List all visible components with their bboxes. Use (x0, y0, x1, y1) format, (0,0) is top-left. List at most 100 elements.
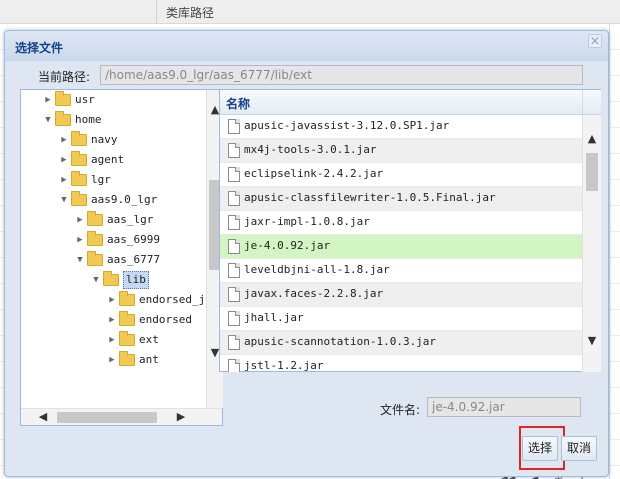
file-name: apusic-classfilewriter-1.0.5.Final.jar (244, 191, 496, 204)
expand-icon[interactable]: ▶ (107, 350, 117, 370)
file-name: apusic-javassist-3.12.0.SP1.jar (244, 119, 450, 132)
dialog-title: 选择文件 (15, 41, 64, 55)
expand-icon[interactable]: ▶ (59, 150, 69, 170)
file-chooser-dialog: 选择文件 × 当前路径: /home/aas9.0_lgr/aas_6777/l… (4, 30, 609, 477)
expand-icon[interactable]: ▶ (75, 230, 85, 250)
folder-icon (55, 91, 71, 106)
tree-item-label: navy (91, 133, 118, 146)
file-icon (228, 311, 240, 326)
expand-icon[interactable]: ▶ (107, 310, 117, 330)
file-row[interactable]: apusic-scannotation-1.0.3.jar (220, 331, 582, 355)
file-row[interactable]: jhall.jar (220, 307, 582, 331)
tree-scroll-right-icon[interactable]: ▶ (173, 409, 189, 425)
file-scroll-up-icon[interactable]: ▲ (584, 131, 600, 147)
file-scroll-down-icon[interactable]: ▼ (584, 333, 600, 349)
expand-icon[interactable]: ▶ (107, 330, 117, 350)
collapse-icon[interactable]: ▼ (75, 250, 85, 270)
file-name: javax.faces-2.2.8.jar (244, 287, 384, 300)
file-list-body: apusic-javassist-3.12.0.SP1.jar mx4j-tool… (220, 115, 582, 372)
tree-scroll-left-icon[interactable]: ◀ (35, 409, 51, 425)
expand-icon[interactable]: ▶ (43, 90, 53, 110)
file-list-vertical-scrollbar[interactable]: ▲ ▼ (582, 115, 601, 372)
file-name: apusic-scannotation-1.0.3.jar (244, 335, 437, 348)
folder-icon (87, 231, 103, 246)
tree-item-label: aas_6999 (107, 233, 160, 246)
background-table-header: 类库路径 (0, 0, 620, 24)
tree-item-label: agent (91, 153, 125, 166)
folder-tree-panel: ▶ usr ▼ home ▶ navy ▶ agent ▶ lgr ▼ aas9.0_lgr ▶ aas_… (20, 89, 223, 426)
file-row[interactable]: leveldbjni-all-1.8.jar (220, 259, 582, 283)
current-path-label: 当前路径: (38, 70, 91, 84)
expand-icon[interactable]: ▶ (59, 170, 69, 190)
tree-item-label: usr (75, 93, 95, 106)
folder-icon (71, 171, 87, 186)
folder-icon (71, 151, 87, 166)
cancel-button[interactable]: 取消 (561, 436, 597, 461)
file-icon (228, 119, 240, 134)
tree-horizontal-scrollbar[interactable]: ◀ ▶ (21, 408, 222, 425)
file-name: jstl-1.2.jar (244, 359, 324, 372)
background-column-label: 类库路径 (166, 6, 215, 20)
file-list-panel: 名称 apusic-javassist-3.12.0.SP1.jar mx4j-t… (219, 89, 601, 372)
folder-icon (119, 311, 135, 326)
folder-icon (71, 191, 87, 206)
tree-item-label: ext (139, 333, 159, 346)
tree-item-label: endorsed (139, 313, 192, 326)
folder-icon (103, 271, 119, 286)
file-icon (228, 191, 240, 206)
file-icon (228, 287, 240, 302)
file-row[interactable]: eclipselink-2.4.2.jar (220, 163, 582, 187)
tree-item-label: lgr (91, 173, 111, 186)
folder-icon (71, 131, 87, 146)
folder-icon (55, 111, 71, 126)
name-column-header[interactable]: 名称 (226, 95, 250, 112)
file-row[interactable]: jstl-1.2.jar (220, 355, 582, 372)
background-column-divider (156, 0, 157, 24)
filename-label: 文件名: (380, 403, 421, 417)
folder-icon (119, 351, 135, 366)
background-column-line (609, 24, 610, 479)
tree-hscroll-thumb[interactable] (57, 412, 157, 423)
file-icon (228, 335, 240, 350)
close-icon[interactable]: × (588, 34, 602, 48)
file-icon (228, 359, 240, 372)
collapse-icon[interactable]: ▼ (91, 270, 101, 290)
folder-icon (119, 331, 135, 346)
file-row[interactable]: apusic-javassist-3.12.0.SP1.jar (220, 115, 582, 139)
folder-icon (87, 251, 103, 266)
file-row[interactable]: je-4.0.92.jar (220, 235, 582, 259)
file-icon (228, 239, 240, 254)
file-list-header[interactable]: 名称 (220, 90, 582, 115)
file-row[interactable]: javax.faces-2.2.8.jar (220, 283, 582, 307)
expand-icon[interactable]: ▶ (107, 290, 117, 310)
file-name: eclipselink-2.4.2.jar (244, 167, 384, 180)
collapse-icon[interactable]: ▼ (59, 190, 69, 210)
file-name: leveldbjni-all-1.8.jar (244, 263, 390, 276)
file-name: jhall.jar (244, 311, 304, 324)
tree-item-label: aas_6777 (107, 253, 160, 266)
file-row[interactable]: jaxr-impl-1.0.8.jar (220, 211, 582, 235)
folder-icon (119, 291, 135, 306)
current-path-field: /home/aas9.0_lgr/aas_6777/lib/ext (100, 65, 583, 85)
file-list-header-corner (582, 90, 601, 115)
file-scroll-thumb[interactable] (586, 153, 598, 191)
file-icon (228, 143, 240, 158)
file-icon (228, 167, 240, 182)
dialog-title-bar[interactable]: 选择文件 × (5, 31, 608, 61)
collapse-icon[interactable]: ▼ (43, 110, 53, 130)
expand-icon[interactable]: ▶ (59, 130, 69, 150)
file-name: jaxr-impl-1.0.8.jar (244, 215, 370, 228)
folder-icon (87, 211, 103, 226)
file-row[interactable]: apusic-classfilewriter-1.0.5.Final.jar (220, 187, 582, 211)
file-row[interactable]: mx4j-tools-3.0.1.jar (220, 139, 582, 163)
tree-item-label: aas9.0_lgr (91, 193, 158, 206)
expand-icon[interactable]: ▶ (75, 210, 85, 230)
tree-item-label: lib (123, 271, 149, 289)
file-name: mx4j-tools-3.0.1.jar (244, 143, 377, 156)
tree-item-label: aas_lgr (107, 213, 154, 226)
select-button[interactable]: 选择 (522, 436, 558, 461)
tree-item-label: home (75, 113, 102, 126)
file-icon (228, 215, 240, 230)
filename-field[interactable]: je-4.0.92.jar (427, 397, 581, 417)
tree-item-label: ant (139, 353, 159, 366)
